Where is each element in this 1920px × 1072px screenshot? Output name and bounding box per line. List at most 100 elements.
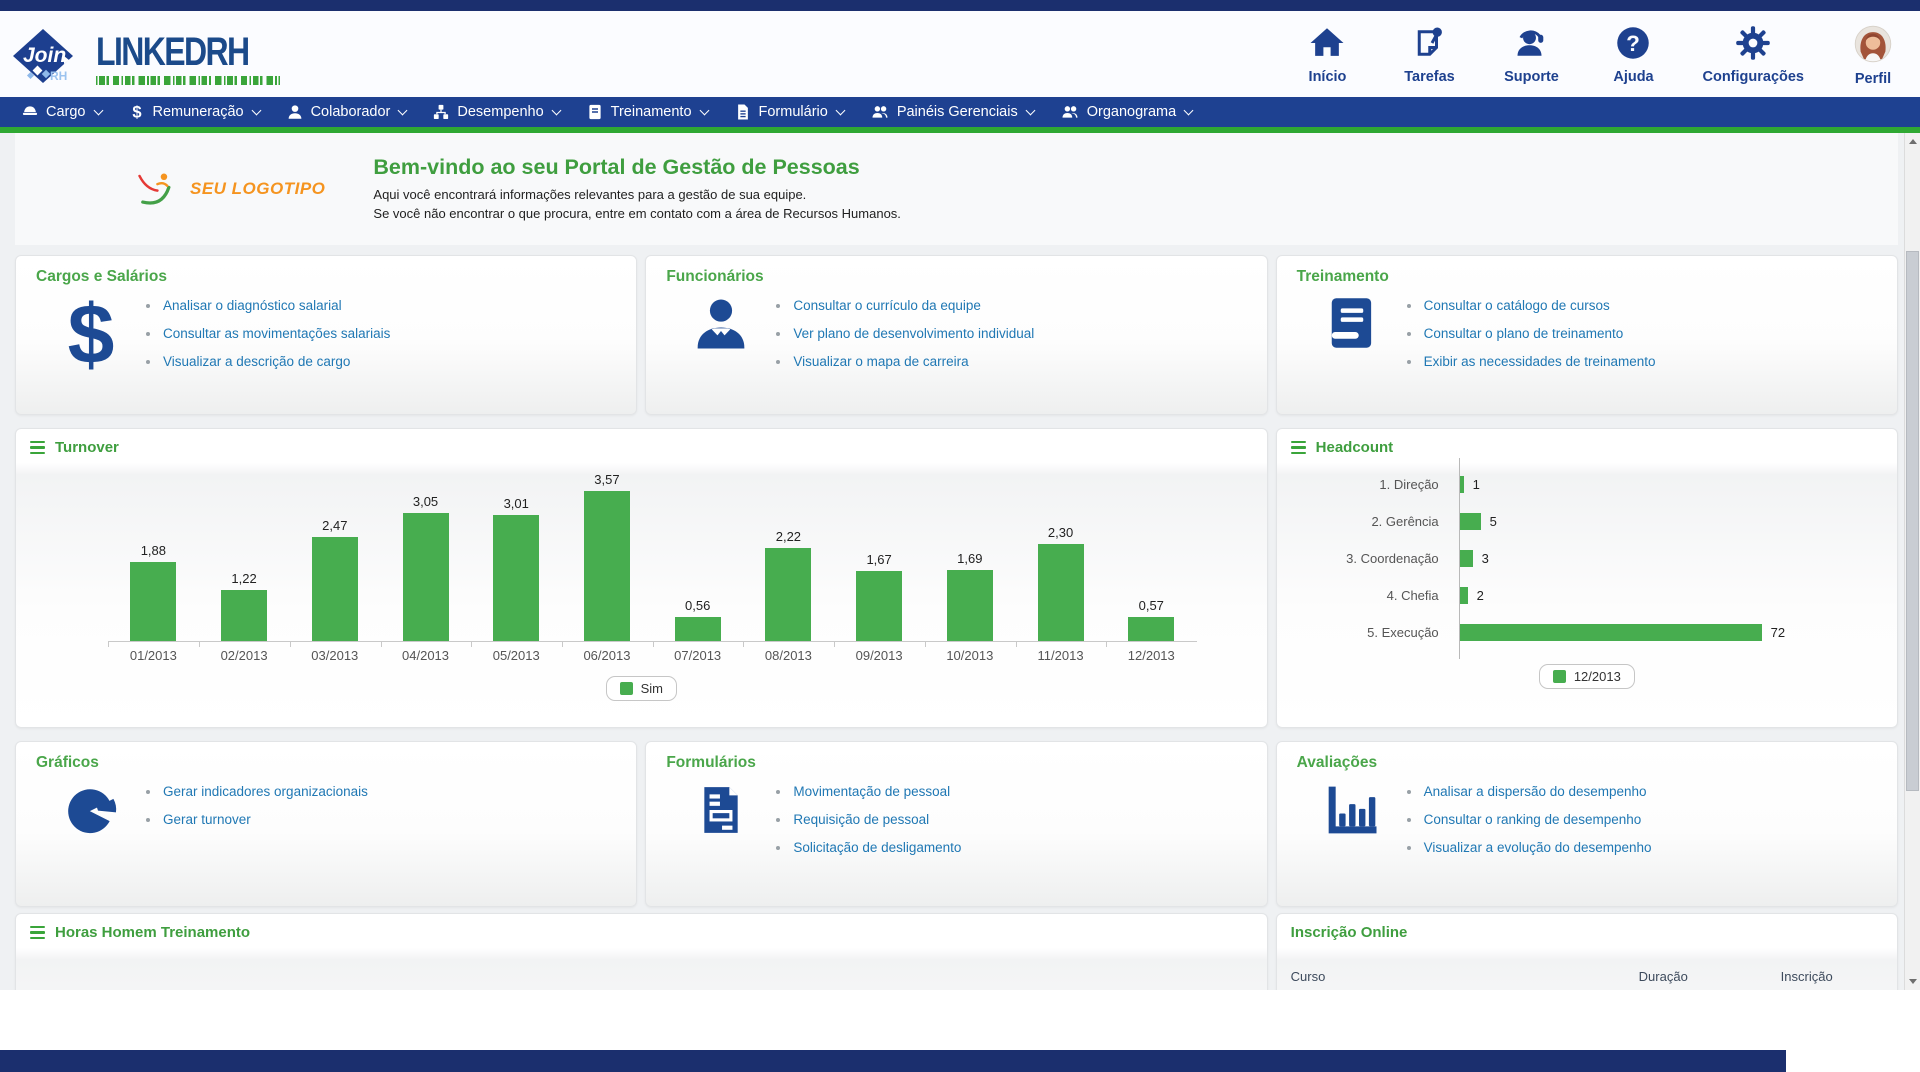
quick-nav-suporte[interactable]: Suporte	[1498, 25, 1564, 85]
headcount-row: 2. Gerência5	[1291, 503, 1883, 540]
settings-icon	[1734, 25, 1772, 66]
chart-menu-icon[interactable]	[30, 926, 45, 940]
month-link[interactable]: Jun	[588, 989, 612, 990]
link-pdi[interactable]: Ver plano de desenvolvimento individual	[793, 326, 1034, 341]
headcount-row: 4. Chefia2	[1291, 577, 1883, 614]
turnover-title: Turnover	[55, 439, 119, 456]
headcount-bar	[1460, 624, 1762, 641]
legend-label: 12/2013	[1574, 669, 1621, 684]
menu-label: Desempenho	[457, 104, 543, 120]
card-title: Formulários	[666, 754, 1246, 772]
employee-icon	[666, 286, 776, 352]
month-link[interactable]: Dez	[788, 989, 812, 990]
help-icon: ?	[1614, 25, 1652, 66]
scroll-up-button[interactable]	[1905, 133, 1920, 150]
scroll-down-button[interactable]	[1905, 973, 1920, 990]
link-catalogo-cursos[interactable]: Consultar o catálogo de cursos	[1424, 298, 1610, 313]
link-dispersao-desempenho[interactable]: Analisar a dispersão do desempenho	[1424, 784, 1647, 799]
month-link[interactable]: Set	[688, 989, 709, 990]
month-link[interactable]: Abr	[522, 989, 545, 990]
inscricao-title: Inscrição Online	[1291, 924, 1408, 941]
month-link[interactable]: Fev	[455, 989, 478, 990]
x-axis-tick-label: 04/2013	[382, 648, 470, 663]
headcount-row: 3. Coordenação3	[1291, 540, 1883, 577]
turnover-bar	[403, 513, 449, 641]
quick-nav-configuracoes[interactable]: Configurações	[1702, 25, 1804, 85]
scrollbar-thumb[interactable]	[1906, 251, 1919, 791]
menu-treinamento[interactable]: Treinamento	[573, 97, 721, 127]
client-logo-block: SEU LOGOTIPO	[133, 167, 325, 211]
svg-text:$: $	[132, 103, 141, 121]
link-curriculo-equipe[interactable]: Consultar o currículo da equipe	[793, 298, 981, 313]
quick-nav-ajuda[interactable]: ? Ajuda	[1600, 25, 1666, 85]
menu-organograma[interactable]: Organograma	[1047, 97, 1205, 127]
menu-cargo[interactable]: Cargo	[8, 97, 115, 127]
card-title: Funcionários	[666, 268, 1246, 286]
headcount-category-label: 4. Chefia	[1291, 588, 1449, 603]
month-link[interactable]: Nov	[752, 989, 778, 990]
chart-menu-icon[interactable]	[30, 441, 45, 455]
svg-text:?: ?	[1627, 31, 1641, 56]
month-link[interactable]: Jan	[422, 989, 445, 990]
link-necessidades-treinamento[interactable]: Exibir as necessidades de treinamento	[1424, 354, 1656, 369]
link-diagnostico-salarial[interactable]: Analisar o diagnóstico salarial	[163, 298, 342, 313]
month-link[interactable]: Mai	[555, 989, 578, 990]
menu-colaborador[interactable]: Colaborador	[273, 97, 420, 127]
quick-nav-inicio[interactable]: Início	[1294, 25, 1360, 85]
client-logo-icon	[133, 167, 177, 211]
link-mapa-carreira[interactable]: Visualizar o mapa de carreira	[793, 354, 968, 369]
link-ranking-desempenho[interactable]: Consultar o ranking de desempenho	[1424, 812, 1642, 827]
link-evolucao-desempenho[interactable]: Visualizar a evolução do desempenho	[1424, 840, 1652, 855]
vertical-scrollbar[interactable]	[1904, 133, 1920, 990]
turnover-legend[interactable]: Sim	[606, 676, 677, 701]
link-movimentacoes-salariais[interactable]: Consultar as movimentações salariais	[163, 326, 390, 341]
chart-menu-icon[interactable]	[1291, 441, 1306, 455]
headcount-bar	[1460, 476, 1464, 493]
link-plano-treinamento[interactable]: Consultar o plano de treinamento	[1424, 326, 1624, 341]
hr-portal-page: Join RH LINKEDRH Início	[0, 0, 1920, 1072]
link-indicadores-organizacionais[interactable]: Gerar indicadores organizacionais	[163, 784, 368, 799]
menu-label: Formulário	[759, 104, 828, 120]
month-link[interactable]: Out	[719, 989, 742, 990]
menu-paineis-gerenciais[interactable]: Painéis Gerenciais	[857, 97, 1047, 127]
headcount-value-label: 72	[1771, 625, 1785, 640]
quick-nav-perfil[interactable]: Perfil	[1840, 25, 1906, 87]
link-movimentacao-pessoal[interactable]: Movimentação de pessoal	[793, 784, 950, 799]
link-solicitacao-desligamento[interactable]: Solicitação de desligamento	[793, 840, 961, 855]
turnover-bar-group: 3,01	[472, 496, 560, 641]
link-gerar-turnover[interactable]: Gerar turnover	[163, 812, 251, 827]
x-axis-tick-label: 08/2013	[744, 648, 832, 663]
headcount-legend[interactable]: 12/2013	[1539, 664, 1635, 689]
x-axis-tick-label: 01/2013	[109, 648, 197, 663]
menu-formulario[interactable]: Formulário	[721, 97, 857, 127]
legend-label: Sim	[641, 681, 663, 696]
chevron-down-icon	[1025, 105, 1035, 115]
quick-nav-label: Suporte	[1504, 69, 1559, 85]
person-icon	[286, 103, 304, 121]
turnover-bar-group: 3,05	[382, 494, 470, 641]
turnover-bar-group: 1,88	[109, 543, 197, 641]
month-link-all[interactable]: Todos	[822, 989, 862, 990]
hierarchy-icon	[432, 103, 450, 121]
month-link[interactable]: Jul	[622, 989, 642, 990]
headcount-title: Headcount	[1316, 439, 1394, 456]
menu-remuneracao[interactable]: $ Remuneração	[115, 97, 273, 127]
quick-nav-tarefas[interactable]: Tarefas	[1396, 25, 1462, 85]
link-requisicao-pessoal[interactable]: Requisição de pessoal	[793, 812, 929, 827]
headcount-value-label: 1	[1473, 477, 1480, 492]
triangle-up-icon	[1909, 139, 1917, 144]
quick-nav-label: Ajuda	[1613, 69, 1653, 85]
headcount-bar	[1460, 587, 1468, 604]
window-top-border	[0, 0, 1920, 11]
card-funcionarios: Funcionários Consultar o currículo da eq…	[645, 255, 1267, 415]
menu-label: Remuneração	[153, 104, 244, 120]
month-link[interactable]: Ago	[651, 989, 677, 990]
turnover-bar-group: 1,69	[926, 551, 1014, 641]
turnover-bar	[221, 590, 267, 641]
month-link[interactable]: Mar	[488, 989, 512, 990]
turnover-chart: 1,881,222,473,053,013,570,562,221,671,69…	[108, 464, 1197, 642]
link-descricao-de-cargo[interactable]: Visualizar a descrição de cargo	[163, 354, 350, 369]
menu-desempenho[interactable]: Desempenho	[419, 97, 572, 127]
pie-chart-icon	[36, 772, 146, 838]
bar-value-label: 1,67	[866, 552, 891, 567]
